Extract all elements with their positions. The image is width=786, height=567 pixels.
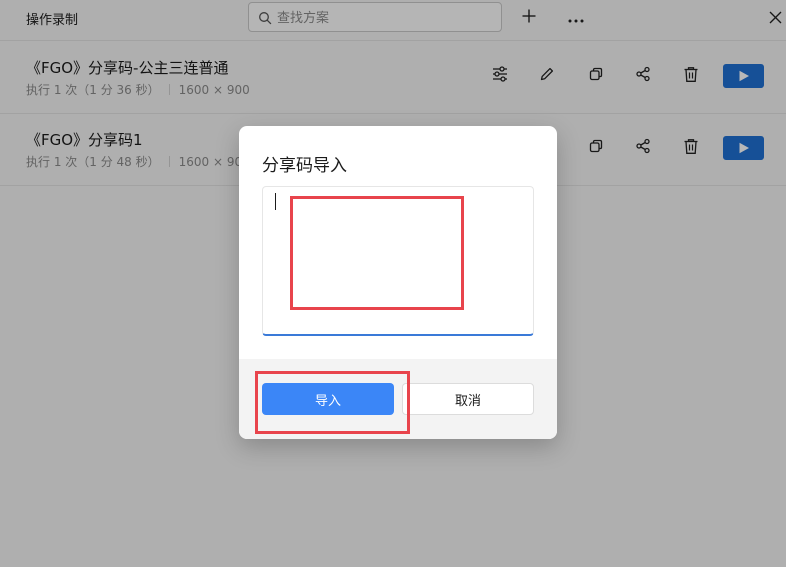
share-code-input-area[interactable] (262, 186, 534, 336)
text-caret (275, 193, 276, 210)
dialog-footer: 导入 取消 (239, 359, 557, 439)
dialog-title: 分享码导入 (262, 156, 347, 176)
share-code-input[interactable] (263, 187, 533, 334)
import-dialog: 分享码导入 导入 取消 (239, 126, 557, 439)
cancel-button[interactable]: 取消 (402, 383, 534, 415)
import-button[interactable]: 导入 (262, 383, 394, 415)
